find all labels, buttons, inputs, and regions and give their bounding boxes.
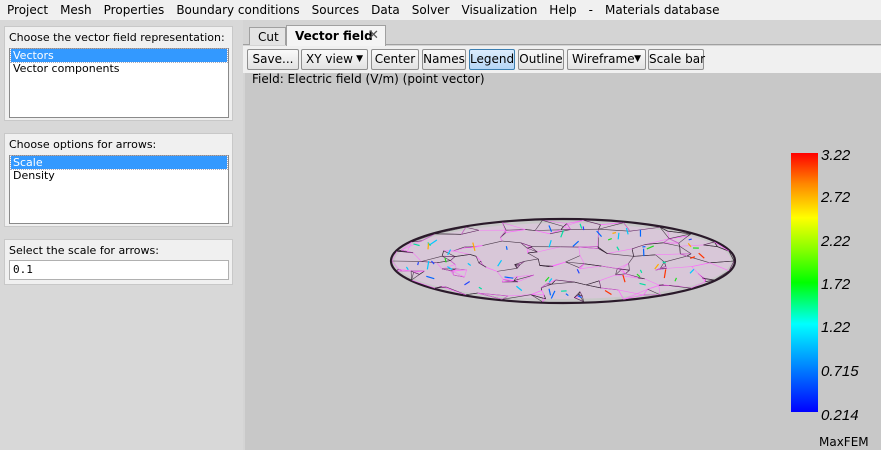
save-button[interactable]: Save... <box>247 49 299 70</box>
tab-bar: Cut Vector field ✕ <box>243 25 881 46</box>
visualization-area: Cut Vector field ✕ Save... XY view ▼ Cen… <box>243 20 881 450</box>
render-mode-value: Wireframe <box>572 52 635 66</box>
scale-title: Select the scale for arrows: <box>9 244 159 257</box>
menu-data[interactable]: Data <box>364 0 405 20</box>
legend-button[interactable]: Legend <box>469 49 515 70</box>
representation-group: Choose the vector field representation: … <box>4 26 233 121</box>
chevron-down-icon: ▼ <box>356 54 363 64</box>
legend-value-3: 1.72 <box>821 276 851 293</box>
arrows-list[interactable]: Scale Density <box>9 155 229 224</box>
menu-help[interactable]: Help <box>542 0 581 20</box>
close-icon[interactable]: ✕ <box>368 28 379 43</box>
list-item-density[interactable]: Density <box>11 169 227 182</box>
tab-vector-field[interactable]: Vector field ✕ <box>286 25 386 46</box>
view-toolbar: Save... XY view ▼ Center Names Legend Ou… <box>243 46 881 73</box>
center-button[interactable]: Center <box>371 49 419 70</box>
tab-vector-field-label: Vector field <box>295 29 373 43</box>
representation-title: Choose the vector field representation: <box>9 31 225 44</box>
menu-materials-database[interactable]: Materials database <box>598 0 724 20</box>
menu-project[interactable]: Project <box>0 0 53 20</box>
legend-value-5: 0.715 <box>821 363 859 380</box>
menu-sources[interactable]: Sources <box>305 0 364 20</box>
menu-properties[interactable]: Properties <box>97 0 170 20</box>
view-select[interactable]: XY view ▼ <box>301 49 368 70</box>
3d-viewport[interactable]: Field: Electric field (V/m) (point vecto… <box>245 73 881 450</box>
scale-bar-button[interactable]: Scale bar <box>648 49 705 70</box>
list-item-scale[interactable]: Scale <box>10 155 228 170</box>
arrows-group: Choose options for arrows: Scale Density <box>4 133 233 227</box>
outline-button[interactable]: Outline <box>518 49 564 70</box>
tab-cut-label: Cut <box>258 30 279 44</box>
legend-value-1: 2.72 <box>821 189 851 206</box>
legend-value-4: 1.22 <box>821 319 851 336</box>
list-item-vector-components[interactable]: Vector components <box>11 62 227 75</box>
render-mode-select[interactable]: Wireframe ▼ <box>567 49 646 70</box>
maxfem-brand: MaxFEM <box>819 435 869 449</box>
menu-boundary-conditions[interactable]: Boundary conditions <box>169 0 304 20</box>
chevron-down-icon: ▼ <box>634 54 641 64</box>
view-select-value: XY view <box>306 52 353 66</box>
list-item-vectors[interactable]: Vectors <box>10 48 228 63</box>
mesh-render <box>389 217 737 305</box>
color-legend-bar <box>791 153 818 412</box>
menu-separator: - <box>588 3 593 17</box>
representation-list[interactable]: Vectors Vector components <box>9 48 229 118</box>
menu-bar: Project Mesh Properties Boundary conditi… <box>0 0 881 20</box>
scale-input[interactable]: 0.1 <box>9 260 229 280</box>
scale-group: Select the scale for arrows: 0.1 <box>4 239 233 285</box>
tab-cut[interactable]: Cut <box>249 27 286 45</box>
menu-visualization[interactable]: Visualization <box>455 0 543 20</box>
legend-value-2: 2.22 <box>821 233 851 250</box>
legend-value-0: 3.22 <box>821 147 851 164</box>
left-options-panel: Choose the vector field representation: … <box>0 20 243 450</box>
menu-mesh[interactable]: Mesh <box>53 0 97 20</box>
names-button[interactable]: Names <box>422 49 466 70</box>
menu-solver[interactable]: Solver <box>405 0 455 20</box>
legend-value-6: 0.214 <box>821 407 859 424</box>
arrows-title: Choose options for arrows: <box>9 138 157 151</box>
